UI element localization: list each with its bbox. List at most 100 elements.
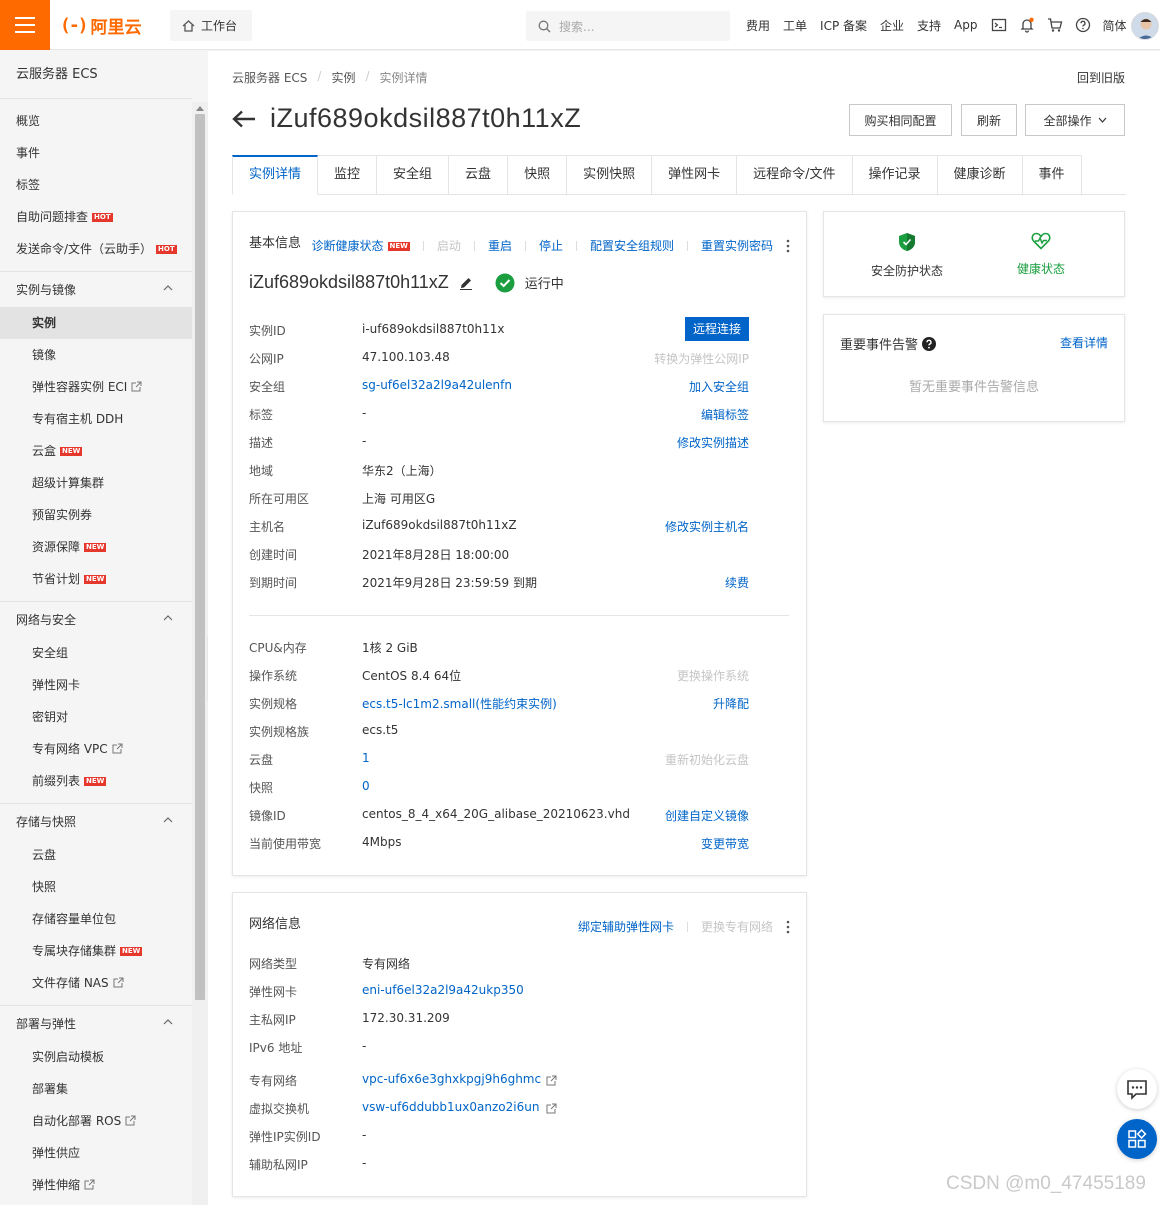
restart-action[interactable]: 重启 bbox=[488, 237, 512, 254]
info-value[interactable]: vpc-uf6x6e3ghxkpgj9h6ghmc bbox=[362, 1072, 541, 1086]
info-value[interactable]: sg-uf6el32a2l9a42ulenfn bbox=[362, 378, 512, 392]
view-details-link[interactable]: 查看详情 bbox=[1060, 334, 1108, 351]
tab-snapshot[interactable]: 快照 bbox=[508, 155, 568, 195]
sidebar-item-resource-guarantee[interactable]: 资源保障 NEW bbox=[0, 531, 192, 563]
info-value[interactable]: 1 bbox=[362, 751, 370, 765]
tab-disk[interactable]: 云盘 bbox=[449, 155, 509, 195]
diagnose-health-link[interactable]: 诊断健康状态 NEW bbox=[312, 237, 410, 254]
sidebar-item-auto-scaling[interactable]: 弹性伸缩 bbox=[0, 1169, 192, 1201]
stop-action[interactable]: 停止 bbox=[539, 237, 563, 254]
sidebar-item-overview[interactable]: 概览 bbox=[0, 105, 192, 137]
sidebar-item-reserved[interactable]: 预留实例券 bbox=[0, 499, 192, 531]
row-action-link[interactable]: 创建自定义镜像 bbox=[665, 807, 749, 824]
sidebar-item-dbsc[interactable]: 专属块存储集群 NEW bbox=[0, 935, 192, 967]
sidebar-scrollbar[interactable] bbox=[192, 102, 208, 1205]
sidebar-item-eci[interactable]: 弹性容器实例 ECI bbox=[0, 371, 192, 403]
row-action-link[interactable]: 编辑标签 bbox=[701, 406, 749, 423]
refresh-button[interactable]: 刷新 bbox=[961, 104, 1017, 136]
info-value[interactable]: 0 bbox=[362, 779, 370, 793]
sidebar-item-events[interactable]: 事件 bbox=[0, 137, 192, 169]
row-action-link[interactable]: 修改实例主机名 bbox=[665, 518, 749, 535]
sidebar-group-storage[interactable]: 存储与快照 bbox=[0, 803, 192, 839]
row-action-link[interactable]: 变更带宽 bbox=[701, 835, 749, 852]
row-action-link[interactable]: 加入安全组 bbox=[689, 378, 749, 395]
tab-monitor[interactable]: 监控 bbox=[318, 155, 378, 195]
sidebar-item-deployment-set[interactable]: 部署集 bbox=[0, 1073, 192, 1105]
info-value[interactable]: eni-uf6el32a2l9a42ukp350 bbox=[362, 983, 524, 997]
more-icon[interactable] bbox=[786, 920, 790, 934]
apps-float-button[interactable] bbox=[1117, 1119, 1157, 1159]
row-action-link[interactable]: 续费 bbox=[725, 574, 749, 591]
sidebar-item-instance[interactable]: 实例 bbox=[0, 307, 192, 339]
cart-icon[interactable] bbox=[1047, 17, 1063, 33]
sidebar-item-nas[interactable]: 文件存储 NAS bbox=[0, 967, 192, 999]
nav-fee[interactable]: 费用 bbox=[746, 17, 770, 34]
menu-icon[interactable] bbox=[0, 0, 50, 50]
back-arrow-icon[interactable] bbox=[232, 110, 256, 128]
brand-logo[interactable]: (-) 阿里云 bbox=[60, 13, 142, 38]
sidebar-item-supercomputing[interactable]: 超级计算集群 bbox=[0, 467, 192, 499]
external-link-icon[interactable] bbox=[546, 1103, 557, 1114]
sidebar-item-eni[interactable]: 弹性网卡 bbox=[0, 669, 192, 701]
info-value[interactable]: ecs.t5-lc1m2.small(性能约束实例) bbox=[362, 695, 557, 712]
config-security-rules-action[interactable]: 配置安全组规则 bbox=[590, 237, 674, 254]
sidebar-item-vpc[interactable]: 专有网络 VPC bbox=[0, 733, 192, 765]
scroll-up-arrow-icon[interactable] bbox=[195, 104, 205, 112]
breadcrumb-instances[interactable]: 实例 bbox=[331, 69, 355, 86]
sidebar-item-tags[interactable]: 标签 bbox=[0, 169, 192, 201]
sidebar-item-disk[interactable]: 云盘 bbox=[0, 839, 192, 871]
bell-icon[interactable] bbox=[1019, 17, 1035, 33]
bind-secondary-eni-link[interactable]: 绑定辅助弹性网卡 bbox=[578, 918, 674, 935]
tab-operation-log[interactable]: 操作记录 bbox=[852, 155, 938, 195]
row-action-link[interactable]: 修改实例描述 bbox=[677, 434, 749, 451]
sidebar-item-snapshot[interactable]: 快照 bbox=[0, 871, 192, 903]
sidebar-group-deploy[interactable]: 部署与弹性 bbox=[0, 1005, 192, 1041]
help-circle-icon[interactable] bbox=[922, 336, 937, 351]
nav-icp[interactable]: ICP 备案 bbox=[820, 17, 867, 34]
tab-remote-command[interactable]: 远程命令/文件 bbox=[737, 155, 853, 195]
user-avatar[interactable] bbox=[1131, 12, 1159, 40]
chat-float-button[interactable] bbox=[1117, 1069, 1157, 1109]
nav-support[interactable]: 支持 bbox=[917, 17, 941, 34]
security-status[interactable]: 安全防护状态 bbox=[840, 232, 974, 279]
remote-connect-button[interactable]: 远程连接 bbox=[684, 317, 749, 341]
info-value[interactable]: vsw-uf6ddubb1ux0anzo2i6un bbox=[362, 1100, 539, 1114]
workbench-button[interactable]: 工作台 bbox=[170, 10, 252, 41]
sidebar-item-prefix-list[interactable]: 前缀列表 NEW bbox=[0, 765, 192, 797]
search-input[interactable]: 搜索... bbox=[526, 11, 730, 41]
buy-same-config-button[interactable]: 购买相同配置 bbox=[849, 104, 952, 136]
tab-eni[interactable]: 弹性网卡 bbox=[652, 155, 738, 195]
tab-instance-snapshot[interactable]: 实例快照 bbox=[567, 155, 653, 195]
sidebar-item-scu[interactable]: 存储容量单位包 bbox=[0, 903, 192, 935]
sidebar-group-network[interactable]: 网络与安全 bbox=[0, 601, 192, 637]
more-icon[interactable] bbox=[786, 239, 790, 253]
tab-events[interactable]: 事件 bbox=[1022, 155, 1082, 195]
terminal-icon[interactable] bbox=[991, 17, 1007, 33]
lang-switch[interactable]: 简体 bbox=[1103, 17, 1127, 34]
sidebar-item-cloudbox[interactable]: 云盒 NEW bbox=[0, 435, 192, 467]
tab-instance-detail[interactable]: 实例详情 bbox=[232, 155, 319, 195]
row-action-link[interactable]: 升降配 bbox=[713, 695, 749, 712]
health-status[interactable]: 健康状态 bbox=[974, 232, 1108, 277]
nav-app[interactable]: App bbox=[954, 18, 977, 32]
sidebar-item-savings-plan[interactable]: 节省计划 NEW bbox=[0, 563, 192, 595]
sidebar-item-launch-template[interactable]: 实例启动模板 bbox=[0, 1041, 192, 1073]
help-icon[interactable] bbox=[1075, 17, 1091, 33]
reset-password-action[interactable]: 重置实例密码 bbox=[701, 237, 773, 254]
sidebar-item-security-group[interactable]: 安全组 bbox=[0, 637, 192, 669]
nav-enterprise[interactable]: 企业 bbox=[880, 17, 904, 34]
sidebar-item-self-diagnose[interactable]: 自助问题排查 HOT bbox=[0, 201, 192, 233]
tab-health-diagnosis[interactable]: 健康诊断 bbox=[937, 155, 1023, 195]
edit-icon[interactable] bbox=[459, 276, 473, 290]
sidebar-item-auto-provisioning[interactable]: 弹性供应 bbox=[0, 1137, 192, 1169]
tab-security-group[interactable]: 安全组 bbox=[377, 155, 450, 195]
all-operations-dropdown[interactable]: 全部操作 bbox=[1025, 104, 1125, 136]
external-link-icon[interactable] bbox=[546, 1075, 557, 1086]
sidebar-group-instances[interactable]: 实例与镜像 bbox=[0, 271, 192, 307]
sidebar-item-image[interactable]: 镜像 bbox=[0, 339, 192, 371]
scrollbar-thumb[interactable] bbox=[195, 114, 205, 1000]
sidebar-item-ddh[interactable]: 专有宿主机 DDH bbox=[0, 403, 192, 435]
nav-ticket[interactable]: 工单 bbox=[783, 17, 807, 34]
sidebar-item-cloud-assistant[interactable]: 发送命令/文件（云助手） HOT bbox=[0, 233, 192, 265]
sidebar-item-ros[interactable]: 自动化部署 ROS bbox=[0, 1105, 192, 1137]
